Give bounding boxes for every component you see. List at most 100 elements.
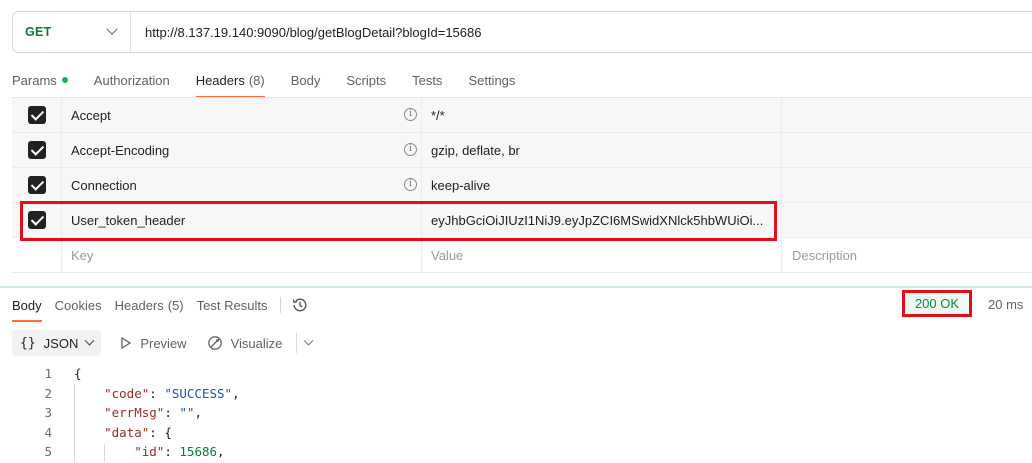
tab-label: Test Results xyxy=(196,297,268,313)
preview-label: Preview xyxy=(140,335,187,351)
header-description-cell[interactable] xyxy=(782,98,1032,132)
tab-separator xyxy=(280,297,282,313)
info-icon[interactable]: i xyxy=(404,178,417,191)
tab-label: Settings xyxy=(468,72,516,88)
tab-authorization[interactable]: Authorization xyxy=(94,62,170,98)
tab-params[interactable]: Params xyxy=(12,62,68,98)
header-value: */* xyxy=(431,107,445,123)
braces-icon: {} xyxy=(20,335,36,351)
toolbar-separator xyxy=(296,333,298,353)
header-description-cell[interactable] xyxy=(782,203,1032,237)
code-text: "id": 15686, xyxy=(134,444,225,460)
tab-label: Params xyxy=(12,72,57,88)
tab-settings[interactable]: Settings xyxy=(468,62,515,98)
info-icon[interactable]: i xyxy=(404,143,417,156)
indent-guide xyxy=(104,444,105,462)
tab-label: Tests xyxy=(412,72,443,88)
code-text: { xyxy=(74,366,82,382)
header-value-cell[interactable]: gzip, deflate, br xyxy=(422,133,782,167)
format-selector[interactable]: {} JSON xyxy=(12,330,102,356)
response-toolbar: {} JSON Preview Visualize xyxy=(12,330,314,356)
row-checkbox-cell xyxy=(12,98,62,132)
tab-label: Authorization xyxy=(93,72,170,88)
new-key-input[interactable]: Key xyxy=(62,238,422,272)
visualize-icon xyxy=(207,336,222,350)
tab-count: (8) xyxy=(248,72,265,88)
header-key: Accept xyxy=(71,107,111,123)
status-badge[interactable]: 200 OK xyxy=(902,290,972,317)
code-lines: 1{2 "code": "SUCCESS", 3 "errMsg": "", 4 "… xyxy=(0,364,1032,462)
history-icon[interactable] xyxy=(291,288,309,322)
code-text: "code": "SUCCESS", xyxy=(104,385,240,401)
header-enabled-checkbox[interactable] xyxy=(27,106,46,124)
line-number: 1 xyxy=(44,366,52,382)
header-key-cell[interactable]: User_token_header xyxy=(62,203,422,237)
tab-label: Cookies xyxy=(54,297,102,313)
play-icon xyxy=(121,337,132,349)
row-checkbox-cell xyxy=(12,203,62,237)
header-key: Connection xyxy=(71,177,137,193)
table-row-new: Key Value Description xyxy=(12,238,1032,273)
table-row: Accept i */* xyxy=(12,98,1032,133)
clock-history-icon xyxy=(293,298,307,312)
method-selector[interactable]: GET xyxy=(13,12,131,52)
header-enabled-checkbox[interactable] xyxy=(27,141,46,159)
method-label: GET xyxy=(25,25,52,39)
tab-tests[interactable]: Tests xyxy=(412,62,442,98)
table-row: Accept-Encoding i gzip, deflate, br xyxy=(12,133,1032,168)
request-tabs: Params Authorization Headers (8) Body Sc… xyxy=(12,62,541,98)
response-body-code[interactable]: 1{2 "code": "SUCCESS", 3 "errMsg": "", 4 "… xyxy=(0,364,1032,462)
tab-label: Headers xyxy=(195,72,245,88)
tab-cookies[interactable]: Cookies xyxy=(55,288,102,322)
tab-label: Body xyxy=(12,297,42,313)
code-text: "data": { xyxy=(104,424,172,440)
status-text: 200 OK xyxy=(914,296,960,311)
info-icon[interactable]: i xyxy=(404,108,417,121)
response-tabs: Body Cookies Headers (5) Test Results xyxy=(12,288,309,322)
tab-test-results[interactable]: Test Results xyxy=(197,288,268,322)
header-value-cell[interactable]: keep-alive xyxy=(422,168,782,202)
new-description-input[interactable]: Description xyxy=(782,238,1032,272)
code-text: "errMsg": "", xyxy=(104,405,202,421)
header-key-cell[interactable]: Connection i xyxy=(62,168,422,202)
visualize-button[interactable]: Visualize xyxy=(207,335,282,351)
header-description-cell[interactable] xyxy=(782,168,1032,202)
description-placeholder: Description xyxy=(792,247,858,263)
response-time[interactable]: 20 ms xyxy=(988,297,1023,312)
row-checkbox-cell xyxy=(12,238,62,272)
header-key-cell[interactable]: Accept i xyxy=(62,98,422,132)
code-line: 3 "errMsg": "", xyxy=(0,403,1032,423)
format-label: JSON xyxy=(43,335,79,351)
header-key-cell[interactable]: Accept-Encoding i xyxy=(62,133,422,167)
tab-count: (5) xyxy=(167,297,184,313)
header-enabled-checkbox[interactable] xyxy=(27,211,46,229)
line-number: 3 xyxy=(44,405,52,421)
table-row: User_token_header eyJhbGciOiJIUzI1NiJ9.e… xyxy=(12,203,1032,238)
tab-response-headers[interactable]: Headers (5) xyxy=(115,288,184,322)
tab-headers[interactable]: Headers (8) xyxy=(195,62,265,98)
new-value-input[interactable]: Value xyxy=(422,238,782,272)
url-input[interactable]: http://8.137.19.140:9090/blog/getBlogDet… xyxy=(131,25,481,40)
chevron-down-icon xyxy=(106,23,118,35)
headers-table: Accept i */* Accept-Encoding i gzip, def… xyxy=(12,97,1032,273)
row-checkbox-cell xyxy=(12,133,62,167)
header-value: gzip, deflate, br xyxy=(431,142,520,158)
preview-button[interactable]: Preview xyxy=(121,335,187,351)
chevron-down-icon[interactable] xyxy=(303,335,314,346)
header-enabled-checkbox[interactable] xyxy=(27,176,46,194)
header-value-cell[interactable]: eyJhbGciOiJIUzI1NiJ9.eyJpZCI6MSwidXNlck5… xyxy=(422,203,782,237)
tab-response-body[interactable]: Body xyxy=(12,288,42,322)
line-number: 2 xyxy=(44,385,52,401)
tab-scripts[interactable]: Scripts xyxy=(346,62,386,98)
code-line: 5 "id": 15686, xyxy=(0,442,1032,462)
code-line: 2 "code": "SUCCESS", xyxy=(0,384,1032,404)
params-indicator-dot xyxy=(61,77,68,83)
code-line: 4 "data": { xyxy=(0,423,1032,443)
request-url-bar: GET http://8.137.19.140:9090/blog/getBlo… xyxy=(12,11,1032,53)
header-value-cell[interactable]: */* xyxy=(422,98,782,132)
header-value: eyJhbGciOiJIUzI1NiJ9.eyJpZCI6MSwidXNlck5… xyxy=(431,212,764,228)
tab-body[interactable]: Body xyxy=(291,62,321,98)
code-line: 1{ xyxy=(0,364,1032,384)
tab-label: Body xyxy=(290,72,321,88)
header-description-cell[interactable] xyxy=(782,133,1032,167)
